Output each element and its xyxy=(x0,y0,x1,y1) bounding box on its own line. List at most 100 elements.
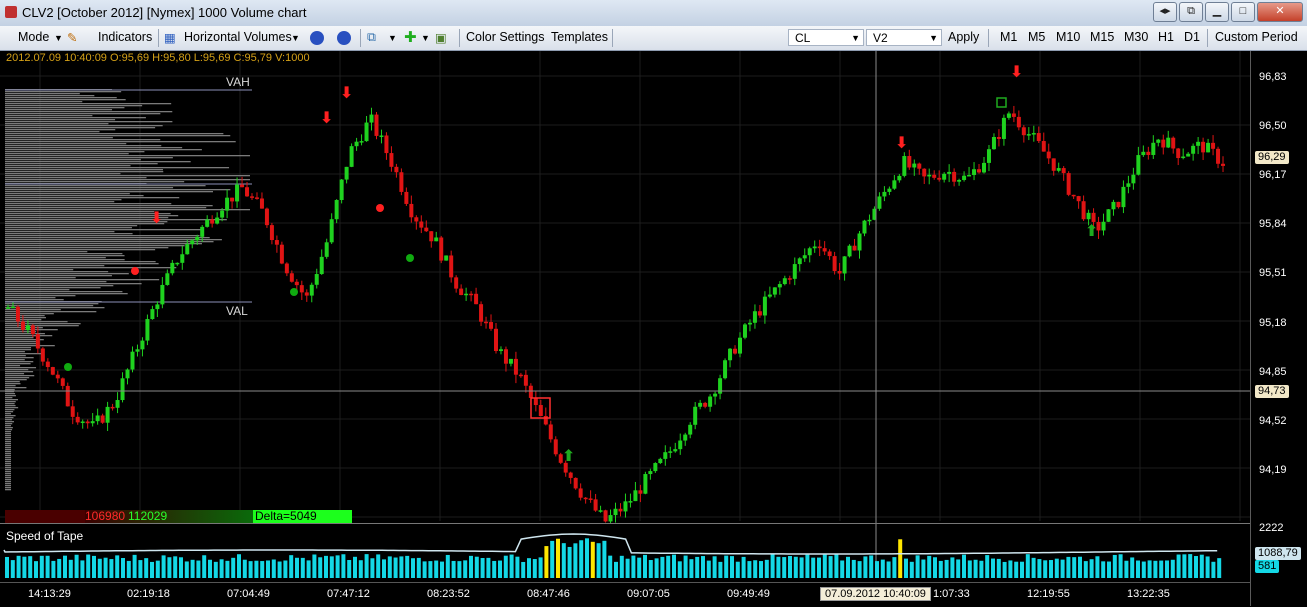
down-candle xyxy=(553,439,558,455)
down-candle xyxy=(419,221,424,228)
tape-bar xyxy=(590,541,595,578)
color-settings-button[interactable]: Color Settings xyxy=(466,30,545,44)
price-chart[interactable]: ⬇ ⬇ ⬇ ⬇ ⬇ ⬆ ⬆ xyxy=(0,51,1250,576)
volume-profile-bar xyxy=(5,435,11,437)
separator xyxy=(988,29,989,47)
price-label: 96,83 xyxy=(1259,71,1287,83)
contract-select[interactable]: V2 ▼ xyxy=(866,29,942,46)
pencil-icon[interactable]: ✎ xyxy=(67,30,77,45)
close-button[interactable]: ✕ xyxy=(1257,2,1303,22)
volume-profile-bar xyxy=(5,171,164,173)
highlight-box xyxy=(996,97,1007,108)
volume-profile-bar xyxy=(5,393,16,395)
minimize-button[interactable]: ▁ xyxy=(1205,2,1229,22)
up-candle xyxy=(329,219,334,243)
tape-bar xyxy=(840,560,845,578)
tape-bar xyxy=(51,560,56,578)
down-candle xyxy=(294,281,299,286)
period-m5[interactable]: M5 xyxy=(1028,30,1045,44)
down-candle xyxy=(583,497,588,500)
volume-profile-bar xyxy=(5,193,130,195)
down-candle xyxy=(474,293,479,305)
price-label: 95,18 xyxy=(1259,317,1287,329)
up-candle xyxy=(1031,133,1036,135)
tape-bar xyxy=(109,559,114,578)
volume-profile-bar xyxy=(5,383,21,385)
period-m30[interactable]: M30 xyxy=(1124,30,1148,44)
down-candle xyxy=(394,166,399,173)
chevron-down-icon[interactable]: ▼ xyxy=(54,33,63,43)
maximize-button[interactable]: □ xyxy=(1231,2,1255,22)
up-candle xyxy=(90,421,95,424)
down-arrow-icon: ⬇ xyxy=(340,83,353,102)
current-price-marker: 96,29 xyxy=(1255,151,1289,164)
up-candle xyxy=(927,174,932,177)
up-candle xyxy=(80,421,85,424)
chevron-down-icon[interactable]: ▼ xyxy=(388,33,397,43)
horizontal-volumes-button[interactable]: Horizontal Volumes xyxy=(184,30,292,44)
fast-forward-icon[interactable] xyxy=(337,31,351,45)
price-axis[interactable]: 96,83 96,50 96,17 95,84 95,51 95,18 94,8… xyxy=(1250,51,1307,606)
up-candle xyxy=(200,226,205,237)
new-chart-icon[interactable]: ⧉ xyxy=(367,30,376,45)
tape-bar xyxy=(1089,559,1094,578)
up-candle xyxy=(967,174,972,177)
volume-profile-bar xyxy=(5,241,214,243)
volume-profile-bar xyxy=(5,363,31,365)
up-candle xyxy=(608,515,613,522)
chevron-down-icon[interactable]: ▼ xyxy=(421,33,430,43)
tape-bar xyxy=(242,559,247,578)
tape-bar xyxy=(712,556,717,578)
volume-profile-bar xyxy=(5,405,16,407)
back-forward-icon[interactable]: ◂▸ xyxy=(1153,2,1177,22)
rewind-icon[interactable] xyxy=(310,31,324,45)
tape-bar xyxy=(538,557,543,578)
volume-profile-bar xyxy=(5,233,133,235)
volume-profile-bar xyxy=(5,255,125,257)
down-candle xyxy=(210,219,215,224)
up-candle xyxy=(1056,168,1061,171)
period-d1[interactable]: D1 xyxy=(1184,30,1200,44)
down-candle xyxy=(299,285,304,293)
down-candle xyxy=(230,197,235,202)
custom-period-button[interactable]: Custom Period xyxy=(1215,30,1298,44)
period-m1[interactable]: M1 xyxy=(1000,30,1017,44)
indicators-button[interactable]: Indicators xyxy=(98,30,152,44)
tape-bar xyxy=(1025,554,1030,578)
add-icon[interactable]: ✚ xyxy=(404,28,417,46)
tape-bar xyxy=(764,559,769,578)
down-candle xyxy=(1146,151,1151,155)
down-candle xyxy=(1221,163,1226,166)
mode-menu[interactable]: Mode xyxy=(18,30,49,44)
down-candle xyxy=(65,385,70,407)
speed-of-tape-chart[interactable] xyxy=(0,524,1250,580)
up-candle xyxy=(349,146,354,167)
period-m10[interactable]: M10 xyxy=(1056,30,1080,44)
templates-button[interactable]: Templates xyxy=(551,30,608,44)
period-m15[interactable]: M15 xyxy=(1090,30,1114,44)
layers-icon[interactable]: ▣ xyxy=(435,30,447,45)
symbol-value: CL xyxy=(795,31,811,45)
tape-bar xyxy=(950,557,955,578)
time-label: 09:49:49 xyxy=(727,588,770,600)
tape-bar xyxy=(851,559,856,578)
restore-icon[interactable]: ⧉ xyxy=(1179,2,1203,22)
up-candle xyxy=(628,501,633,503)
up-candle xyxy=(215,217,220,224)
tape-bar xyxy=(834,554,839,578)
tape-bar xyxy=(730,556,734,578)
chevron-down-icon[interactable]: ▼ xyxy=(291,33,300,43)
apply-button[interactable]: Apply xyxy=(948,30,979,44)
volume-profile-bar xyxy=(5,313,54,315)
down-candle xyxy=(603,510,608,522)
signal-dot xyxy=(131,267,139,275)
volume-profile-bar xyxy=(5,461,11,463)
tape-bar xyxy=(434,560,439,578)
period-h1[interactable]: H1 xyxy=(1158,30,1174,44)
down-candle xyxy=(503,349,508,364)
up-candle xyxy=(772,287,777,295)
volume-profile-bar xyxy=(5,91,122,93)
symbol-select[interactable]: CL ▼ xyxy=(788,29,864,46)
up-candle xyxy=(359,141,364,143)
volume-profile-bar xyxy=(5,293,128,295)
